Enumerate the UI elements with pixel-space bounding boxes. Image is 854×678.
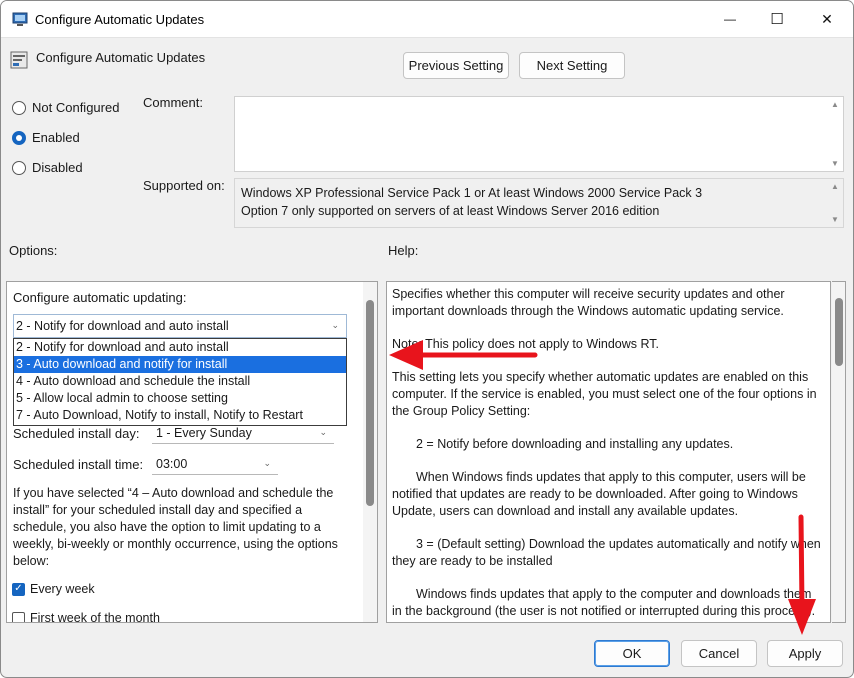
- dropdown-option[interactable]: 5 - Allow local admin to choose setting: [14, 390, 346, 407]
- supported-on-text: Windows XP Professional Service Pack 1 o…: [241, 184, 702, 220]
- supported-on-box: Windows XP Professional Service Pack 1 o…: [234, 178, 844, 228]
- comment-textbox[interactable]: ▲ ▼: [234, 96, 844, 172]
- install-time-value: 03:00: [156, 456, 188, 471]
- install-time-label: Scheduled install time:: [13, 457, 144, 472]
- checkbox-every-week[interactable]: ✓ Every week: [12, 582, 95, 596]
- checkbox-first-week-label: First week of the month: [30, 611, 160, 623]
- schedule-note: If you have selected “4 – Auto download …: [13, 486, 338, 568]
- help-scroll-thumb[interactable]: [835, 298, 843, 366]
- maximize-icon: ☐: [770, 11, 784, 28]
- configure-updating-label: Configure automatic updating:: [13, 290, 187, 305]
- close-button[interactable]: ✕: [804, 1, 850, 37]
- group-policy-icon: [12, 12, 28, 26]
- scroll-down-icon[interactable]: ▼: [831, 215, 839, 224]
- close-icon: ✕: [821, 10, 833, 27]
- radio-disabled-indicator[interactable]: [12, 160, 26, 175]
- title-bar: Configure Automatic Updates — ☐ ✕: [1, 1, 853, 38]
- window-title: Configure Automatic Updates: [35, 12, 205, 27]
- previous-setting-button[interactable]: Previous Setting: [403, 52, 509, 79]
- comment-scrollbar[interactable]: ▲ ▼: [827, 97, 843, 171]
- scroll-down-icon[interactable]: ▼: [831, 159, 839, 168]
- dropdown-option[interactable]: 4 - Auto download and schedule the insta…: [14, 373, 346, 390]
- radio-enabled-indicator[interactable]: [12, 130, 26, 145]
- help-paragraph: Windows finds updates that apply to the …: [392, 587, 816, 618]
- radio-enabled[interactable]: Enabled: [12, 130, 80, 145]
- minimize-icon: —: [724, 12, 736, 26]
- help-paragraph: This setting lets you specify whether au…: [392, 370, 817, 418]
- help-paragraph: Note: This policy does not apply to Wind…: [392, 337, 660, 351]
- dialog-window: Configure Automatic Updates — ☐ ✕ Config…: [0, 0, 854, 678]
- chevron-down-icon: ⌄: [319, 427, 327, 437]
- options-scroll-thumb[interactable]: [366, 300, 374, 506]
- cancel-button[interactable]: Cancel: [681, 640, 757, 667]
- radio-enabled-label: Enabled: [32, 130, 80, 145]
- minimize-button[interactable]: —: [707, 1, 753, 37]
- setting-title: Configure Automatic Updates: [36, 50, 206, 65]
- install-day-label: Scheduled install day:: [13, 426, 140, 441]
- checkbox-every-week-box[interactable]: ✓: [12, 582, 25, 596]
- options-label: Options:: [9, 243, 58, 258]
- options-scrollbar[interactable]: [363, 282, 377, 622]
- comment-label: Comment:: [143, 95, 203, 110]
- help-paragraph: Specifies whether this computer will rec…: [392, 287, 785, 318]
- chevron-down-icon: ⌄: [331, 320, 339, 330]
- help-text: Specifies whether this computer will rec…: [392, 286, 822, 622]
- next-setting-button[interactable]: Next Setting: [519, 52, 625, 79]
- configure-updating-select[interactable]: 2 - Notify for download and auto install…: [13, 314, 347, 338]
- radio-not-configured-label: Not Configured: [32, 100, 120, 115]
- radio-not-configured-indicator[interactable]: [12, 100, 26, 115]
- checkbox-first-week[interactable]: First week of the month: [12, 611, 160, 623]
- help-paragraph: 3 = (Default setting) Download the updat…: [392, 537, 821, 568]
- help-paragraph: 2 = Notify before downloading and instal…: [416, 437, 734, 451]
- install-time-select[interactable]: 03:00 ⌄: [152, 453, 278, 475]
- supported-scrollbar[interactable]: ▲ ▼: [827, 179, 843, 227]
- supported-on-label: Supported on:: [143, 178, 225, 193]
- dropdown-option[interactable]: 7 - Auto Download, Notify to install, No…: [14, 407, 346, 424]
- configure-updating-value: 2 - Notify for download and auto install: [16, 319, 229, 333]
- options-panel: Configure automatic updating: 2 - Notify…: [6, 281, 378, 623]
- help-label: Help:: [388, 243, 419, 258]
- ok-button[interactable]: OK: [594, 640, 670, 667]
- supported-line: Windows XP Professional Service Pack 1 o…: [241, 186, 703, 200]
- radio-not-configured[interactable]: Not Configured: [12, 100, 119, 115]
- help-paragraph: When Windows finds updates that apply to…: [392, 470, 806, 518]
- configure-updating-dropdown[interactable]: 2 - Notify for download and auto install…: [13, 338, 347, 426]
- policy-setting-icon: [10, 51, 28, 69]
- scroll-up-icon[interactable]: ▲: [831, 182, 839, 191]
- help-scrollbar[interactable]: [832, 281, 846, 623]
- supported-line: Option 7 only supported on servers of at…: [241, 204, 660, 218]
- apply-button[interactable]: Apply: [767, 640, 843, 667]
- help-panel: Specifies whether this computer will rec…: [386, 281, 831, 623]
- chevron-down-icon: ⌄: [263, 458, 271, 468]
- radio-disabled[interactable]: Disabled: [12, 160, 83, 175]
- scroll-up-icon[interactable]: ▲: [831, 100, 839, 109]
- checkbox-first-week-box[interactable]: [12, 611, 25, 622]
- radio-disabled-label: Disabled: [32, 160, 83, 175]
- dropdown-option-highlighted[interactable]: 3 - Auto download and notify for install: [14, 356, 346, 373]
- maximize-button[interactable]: ☐: [754, 1, 800, 37]
- install-day-value: 1 - Every Sunday: [156, 425, 252, 440]
- dropdown-option[interactable]: 2 - Notify for download and auto install: [14, 339, 346, 356]
- checkbox-every-week-label: Every week: [30, 582, 95, 596]
